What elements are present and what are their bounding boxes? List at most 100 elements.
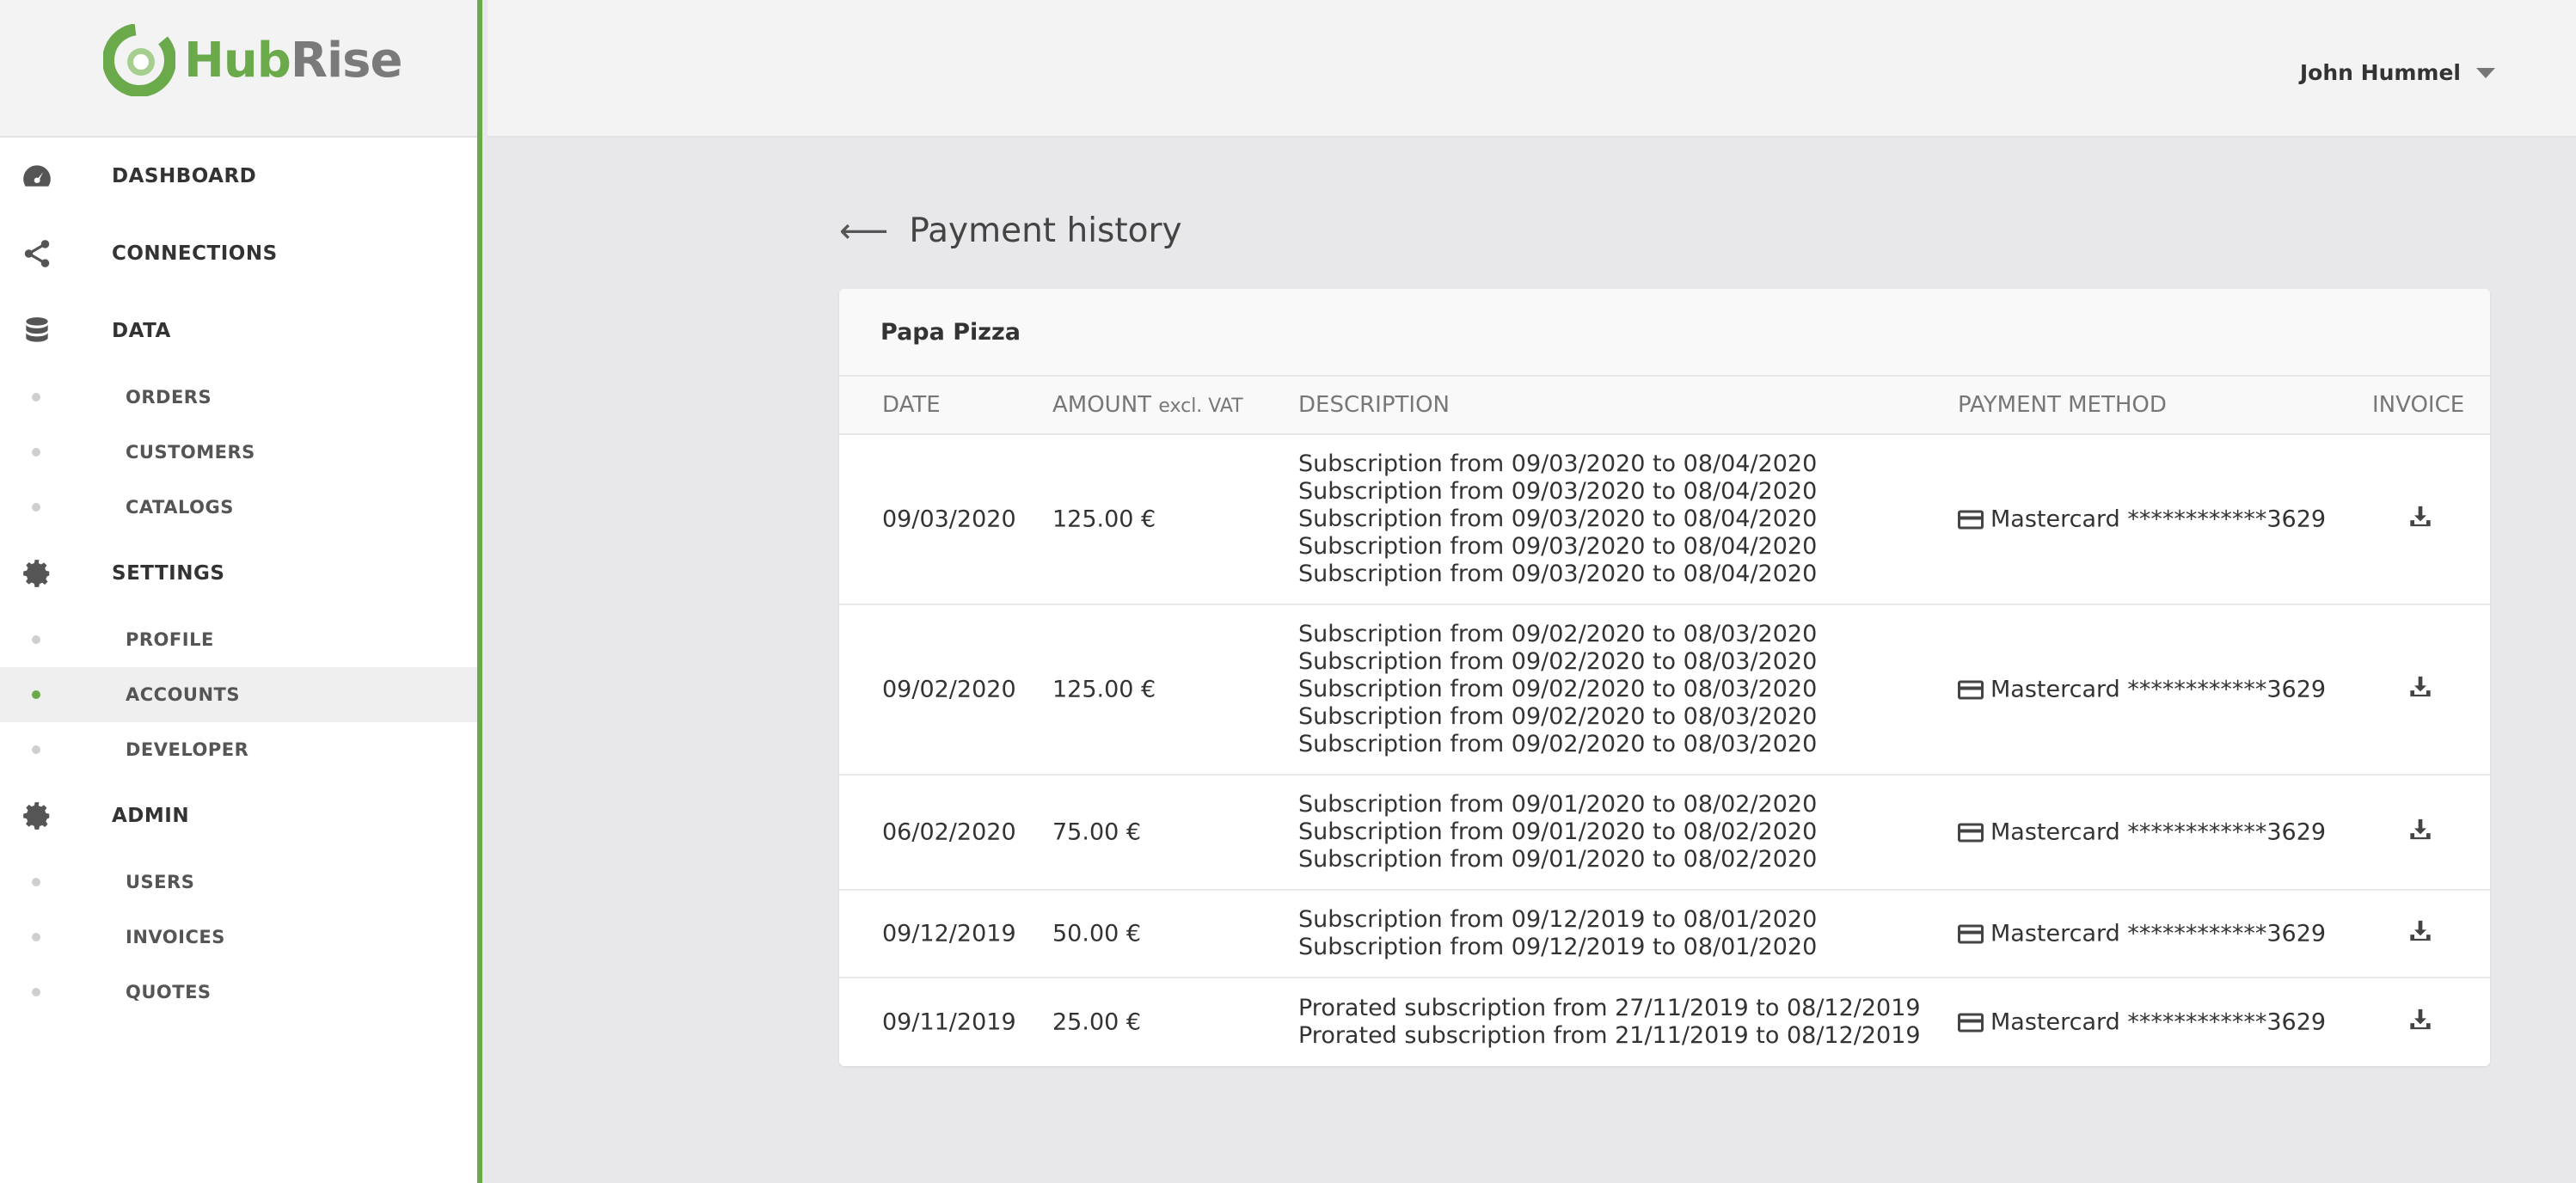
topbar: John Hummel [488,0,2576,138]
download-icon [2410,920,2431,941]
table-row: 09/02/2020 125.00 € Subscription from 09/0… [839,605,2490,775]
payment-description: Prorated subscription from 27/11/2019 to… [1298,995,1921,1050]
sidebar-item-users[interactable]: USERS [0,855,477,910]
sidebar-item-label: ADMIN [112,805,190,827]
description-line: Subscription from 09/02/2020 to 08/03/20… [1298,731,1818,757]
payment-method-text: Mastercard ************3629 [1990,920,2327,947]
payment-history-card: Papa Pizza DATE AMOUNT excl. VAT DESCRIP… [839,289,2490,1066]
sidebar-item-invoices[interactable]: INVOICES [0,910,477,965]
bullet-dot-icon [32,635,40,644]
sidebar-item-connections[interactable]: CONNECTIONS [0,215,477,292]
payment-description: Subscription from 09/02/2020 to 08/03/20… [1298,621,1817,758]
sidebar-item-customers[interactable]: CUSTOMERS [0,425,477,480]
description-line: Subscription from 09/01/2020 to 08/02/20… [1298,791,1818,818]
payment-method-text: Mastercard ************3629 [1990,676,2327,703]
table-header: DATE AMOUNT excl. VAT DESCRIPTION PAYMEN… [839,377,2490,435]
credit-card-icon [1958,823,1984,842]
sidebar-item-label: DATA [112,320,171,342]
payment-amount: 50.00 € [1052,920,1142,947]
page-title: Payment history [909,211,1182,250]
description-line: Subscription from 09/03/2020 to 08/04/20… [1298,478,1818,505]
logo-text: HubRise [184,32,402,89]
payment-date: 09/03/2020 [882,506,1016,533]
gear-icon [21,800,53,832]
column-header-payment-method: PAYMENT METHOD [1958,392,2167,418]
description-line: Subscription from 09/02/2020 to 08/03/20… [1298,676,1818,702]
dashboard-icon [21,160,53,193]
sidebar-item-quotes[interactable]: QUOTES [0,965,477,1020]
description-line: Subscription from 09/02/2020 to 08/03/20… [1298,648,1818,675]
description-line: Subscription from 09/12/2019 to 08/01/20… [1298,906,1818,933]
payment-method: Mastercard ************3629 [1958,677,2326,703]
description-line: Subscription from 09/01/2020 to 08/02/20… [1298,846,1818,873]
share-icon [21,237,53,270]
payment-method-text: Mastercard ************3629 [1990,506,2327,533]
arrow-left-icon[interactable]: ⟵ [839,214,888,248]
sidebar-item-label: PROFILE [126,629,214,650]
download-icon [2410,506,2431,527]
sidebar-item-catalogs[interactable]: CATALOGS [0,480,477,535]
payment-date: 09/02/2020 [882,676,1016,703]
column-header-description: DESCRIPTION [1298,392,1450,418]
payment-method: Mastercard ************3629 [1958,819,2326,846]
description-line: Subscription from 09/02/2020 to 08/03/20… [1298,703,1818,730]
logo-icon [103,24,175,96]
sidebar-item-data[interactable]: DATA [0,292,477,370]
payment-method: Mastercard ************3629 [1958,506,2326,533]
table-row: 09/12/2019 50.00 € Subscription from 09/12… [839,891,2490,978]
sidebar-item-profile[interactable]: PROFILE [0,612,477,667]
bullet-dot-icon [32,503,40,512]
payment-description: Subscription from 09/01/2020 to 08/02/20… [1298,791,1817,873]
table-row: 09/03/2020 125.00 € Subscription from 09/0… [839,435,2490,605]
bullet-dot-icon [32,878,40,886]
bullet-dot-icon [32,690,40,699]
sidebar-item-dashboard[interactable]: DASHBOARD [0,138,477,215]
payment-amount: 125.00 € [1052,676,1156,703]
description-line: Subscription from 09/12/2019 to 08/01/20… [1298,934,1818,960]
amount-note: excl. VAT [1158,395,1243,417]
sidebar-item-developer[interactable]: DEVELOPER [0,722,477,777]
sidebar-item-label: QUOTES [126,982,212,1002]
sidebar-item-accounts[interactable]: ACCOUNTS [0,667,477,722]
download-invoice-button[interactable] [2408,818,2432,848]
sidebar-item-orders[interactable]: ORDERS [0,370,477,425]
payment-description: Subscription from 09/03/2020 to 08/04/20… [1298,451,1817,588]
sidebar-item-label: CUSTOMERS [126,442,255,463]
payment-amount: 125.00 € [1052,506,1156,533]
sidebar-item-admin[interactable]: ADMIN [0,777,477,855]
hubrise-logo[interactable]: HubRise [103,24,402,96]
credit-card-icon [1958,510,1984,529]
user-menu[interactable]: John Hummel [2300,60,2495,85]
sidebar-item-label: SETTINGS [112,562,225,585]
credit-card-icon [1958,1013,1984,1032]
sidebar-item-settings[interactable]: SETTINGS [0,535,477,612]
sidebar-item-label: DEVELOPER [126,739,249,760]
payment-date: 06/02/2020 [882,818,1016,846]
download-invoice-button[interactable] [2408,919,2432,949]
description-line: Prorated subscription from 21/11/2019 to… [1298,1022,1921,1049]
payment-date: 09/11/2019 [882,1008,1016,1036]
description-line: Subscription from 09/01/2020 to 08/02/20… [1298,818,1818,845]
description-line: Subscription from 09/02/2020 to 08/03/20… [1298,621,1818,647]
chevron-down-icon [2476,67,2495,78]
description-line: Prorated subscription from 27/11/2019 to… [1298,995,1921,1021]
bullet-dot-icon [32,988,40,996]
sidebar-item-label: DASHBOARD [112,165,257,187]
sidebar-item-label: ACCOUNTS [126,684,241,705]
payment-method-text: Mastercard ************3629 [1990,1008,2327,1036]
download-invoice-button[interactable] [2408,505,2432,535]
download-invoice-button[interactable] [2408,675,2432,705]
sidebar-item-label: CONNECTIONS [112,242,278,265]
download-icon [2410,818,2431,840]
download-invoice-button[interactable] [2408,1008,2432,1038]
credit-card-icon [1958,924,1984,943]
payment-date: 09/12/2019 [882,920,1016,947]
download-icon [2410,1008,2431,1030]
credit-card-icon [1958,680,1984,699]
user-name: John Hummel [2299,60,2461,85]
sidebar-item-label: USERS [126,872,195,892]
sidebar: HubRise DASHBOARD CONNECTIONS DATA ORDERS CU… [0,0,482,1183]
payment-description: Subscription from 09/12/2019 to 08/01/20… [1298,906,1817,961]
account-name: Papa Pizza [839,289,2490,377]
bullet-dot-icon [32,448,40,457]
